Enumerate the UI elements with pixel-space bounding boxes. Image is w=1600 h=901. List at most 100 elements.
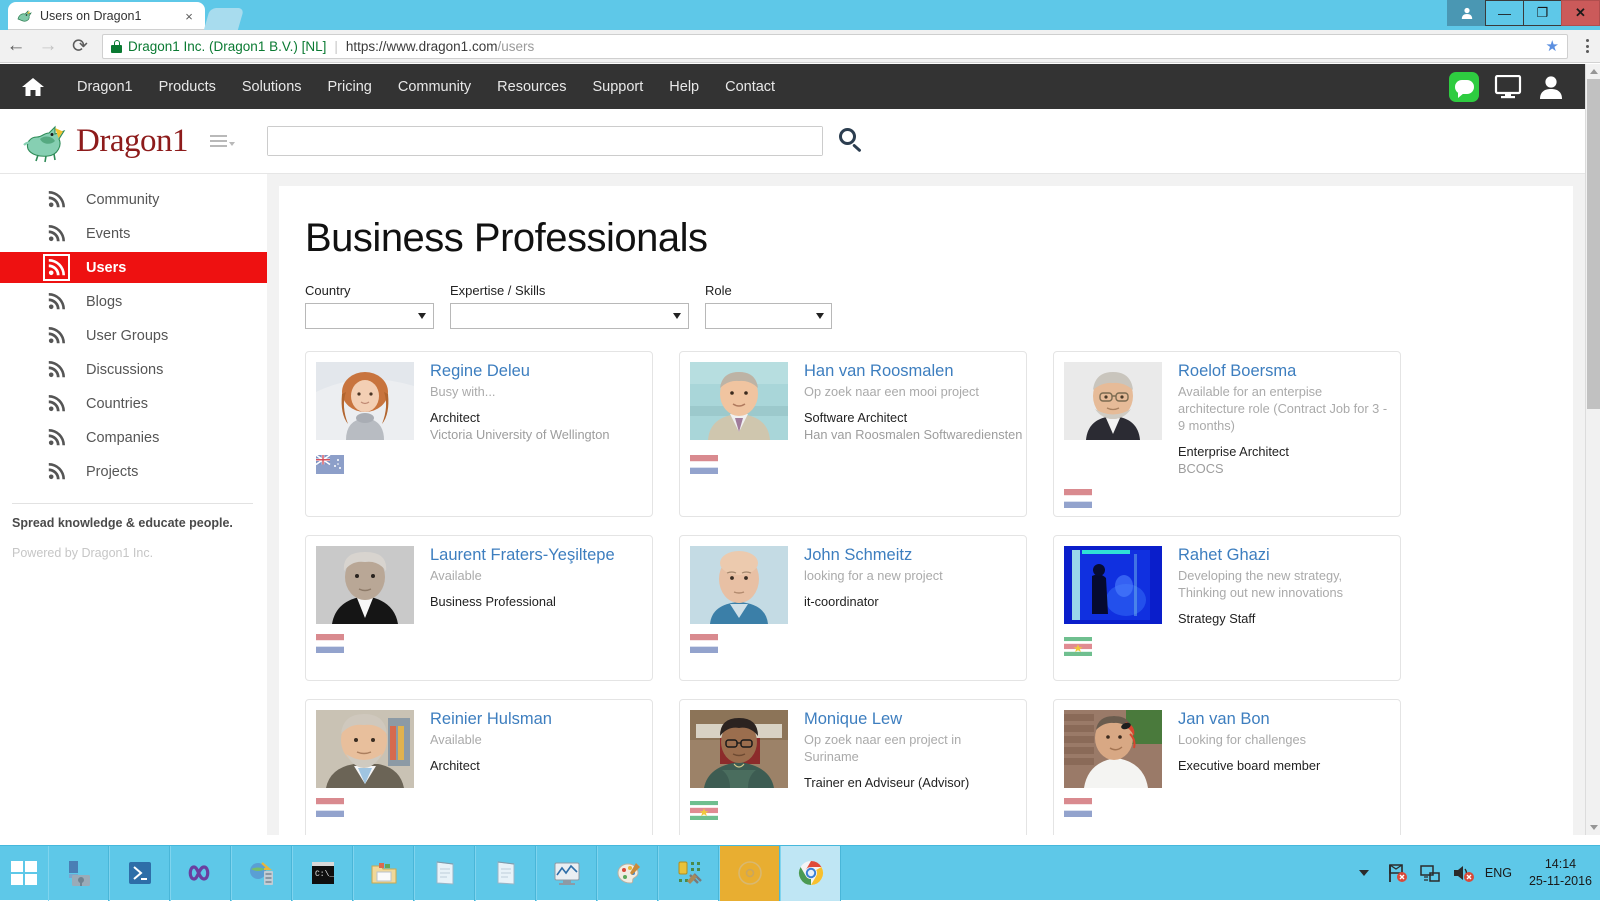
expertise-select[interactable] — [450, 303, 689, 329]
rss-icon — [48, 463, 65, 480]
scrollbar-thumb[interactable] — [1587, 79, 1600, 409]
topnav-item-community[interactable]: Community — [398, 79, 471, 95]
new-tab-button[interactable] — [204, 8, 244, 30]
chat-icon[interactable] — [1449, 72, 1479, 102]
country-flag-icon — [316, 455, 344, 474]
user-name-link[interactable]: Jan van Bon — [1178, 710, 1390, 729]
start-button[interactable] — [0, 846, 48, 901]
dragon-logo-icon — [22, 119, 74, 163]
user-name-link[interactable]: Monique Lew — [804, 710, 1016, 729]
volume-muted-icon[interactable] — [1452, 863, 1474, 883]
taskbar-item-iis-manager[interactable] — [231, 846, 292, 901]
user-name-link[interactable]: Han van Roosmalen — [804, 362, 1016, 381]
page-body: Community Events Users Blogs User Groups… — [0, 174, 1585, 835]
user-card[interactable]: Jan van Bon Looking for challenges Execu… — [1053, 699, 1401, 835]
bookmark-star-icon[interactable]: ★ — [1546, 37, 1559, 55]
tab-close-icon[interactable]: × — [181, 9, 197, 24]
taskbar-item-chrome[interactable] — [780, 846, 841, 901]
sidebar-item-projects[interactable]: Projects — [0, 456, 267, 487]
logo[interactable]: Dragon1 — [22, 119, 188, 163]
show-hidden-icons[interactable] — [1359, 870, 1369, 876]
address-bar[interactable]: Dragon1 Inc. (Dragon1 B.V.) [NL] | https… — [102, 34, 1568, 59]
taskbar-item-tools[interactable] — [658, 846, 719, 901]
browser-tab[interactable]: Users on Dragon1 × — [8, 2, 205, 30]
topnav-item-support[interactable]: Support — [592, 79, 643, 95]
user-card[interactable]: John Schmeitz looking for a new project … — [679, 535, 1027, 681]
sidebar-item-events[interactable]: Events — [0, 218, 267, 249]
topnav-item-solutions[interactable]: Solutions — [242, 79, 302, 95]
topnav-item-help[interactable]: Help — [669, 79, 699, 95]
user-name-link[interactable]: Roelof Boersma — [1178, 362, 1390, 381]
window-close-button[interactable]: ✕ — [1561, 0, 1600, 26]
search-input-wrapper[interactable] — [267, 126, 823, 156]
user-card[interactable]: Laurent Fraters-Yeşiltepe Available Busi… — [305, 535, 653, 681]
sidebar-item-companies[interactable]: Companies — [0, 422, 267, 453]
logo-text: Dragon1 — [76, 123, 188, 160]
sidebar-item-blogs[interactable]: Blogs — [0, 286, 267, 317]
country-flag-icon — [316, 634, 344, 653]
user-card[interactable]: Regine Deleu Busy with... Architect Vict… — [305, 351, 653, 517]
browser-toolbar: ← → ⟳ Dragon1 Inc. (Dragon1 B.V.) [NL] |… — [0, 30, 1600, 63]
user-role: Trainer en Adviseur (Advisor) — [804, 775, 1016, 792]
avatar — [690, 362, 788, 440]
scroll-down-icon[interactable] — [1586, 820, 1600, 835]
taskbar-item-paint[interactable] — [597, 846, 658, 901]
user-name-link[interactable]: Reinier Hulsman — [430, 710, 642, 729]
network-icon[interactable] — [1419, 863, 1441, 883]
search-input[interactable] — [268, 127, 822, 155]
user-role: it-coordinator — [804, 594, 1016, 611]
user-name-link[interactable]: Rahet Ghazi — [1178, 546, 1390, 565]
window-user-button[interactable] — [1447, 0, 1486, 26]
rss-icon — [48, 429, 65, 446]
reload-icon[interactable]: ⟳ — [64, 31, 96, 61]
chrome-menu-icon[interactable] — [1574, 39, 1600, 53]
sidebar-item-users[interactable]: Users — [0, 252, 267, 283]
monitor-icon[interactable] — [1493, 75, 1523, 99]
topnav-item-resources[interactable]: Resources — [497, 79, 566, 95]
taskbar-item-notepad[interactable] — [414, 846, 475, 901]
window-minimize-button[interactable]: — — [1485, 0, 1524, 26]
taskbar-item-file-explorer[interactable] — [353, 846, 414, 901]
user-card[interactable]: Rahet Ghazi Developing the new strategy,… — [1053, 535, 1401, 681]
home-icon[interactable] — [20, 76, 46, 98]
network-flag-icon[interactable] — [1386, 863, 1408, 883]
forward-icon[interactable]: → — [32, 31, 64, 61]
sidebar-item-countries[interactable]: Countries — [0, 388, 267, 419]
scroll-up-icon[interactable] — [1586, 64, 1600, 79]
tab-strip: Users on Dragon1 × — [0, 0, 241, 30]
user-name-link[interactable]: Regine Deleu — [430, 362, 642, 381]
window-restore-button[interactable]: ❐ — [1523, 0, 1562, 26]
avatar — [316, 710, 414, 788]
back-icon[interactable]: ← — [0, 31, 32, 61]
page-scrollbar-vertical[interactable] — [1585, 64, 1600, 835]
language-indicator[interactable]: ENG — [1485, 866, 1512, 880]
topnav-item-pricing[interactable]: Pricing — [328, 79, 372, 95]
role-select[interactable] — [705, 303, 832, 329]
topnav-item-dragon1[interactable]: Dragon1 — [77, 79, 133, 95]
hamburger-menu-icon[interactable] — [210, 135, 235, 147]
sidebar-item-discussions[interactable]: Discussions — [0, 354, 267, 385]
user-card[interactable]: Roelof Boersma Available for an enterpis… — [1053, 351, 1401, 517]
topnav-item-contact[interactable]: Contact — [725, 79, 775, 95]
taskbar-item-command-prompt[interactable]: C:\_ — [292, 846, 353, 901]
sidebar-item-community[interactable]: Community — [0, 184, 267, 215]
taskbar-item-powershell[interactable] — [109, 846, 170, 901]
sidebar-item-user-groups[interactable]: User Groups — [0, 320, 267, 351]
topnav-item-products[interactable]: Products — [159, 79, 216, 95]
user-account-icon[interactable] — [1537, 74, 1565, 100]
clock[interactable]: 14:14 25-11-2016 — [1523, 856, 1592, 891]
taskbar-item-visual-studio[interactable] — [170, 846, 231, 901]
taskbar-item-server-manager[interactable] — [48, 846, 109, 901]
user-name-link[interactable]: Laurent Fraters-Yeşiltepe — [430, 546, 642, 565]
search-icon[interactable] — [839, 128, 865, 154]
user-card[interactable]: Reinier Hulsman Available Architect — [305, 699, 653, 835]
taskbar-item-media[interactable] — [719, 846, 780, 901]
content-panel: Business Professionals Country Expertise… — [279, 186, 1573, 835]
sidebar: Community Events Users Blogs User Groups… — [0, 174, 267, 835]
taskbar-item-notepad[interactable] — [475, 846, 536, 901]
user-card[interactable]: Monique Lew Op zoek naar een project in … — [679, 699, 1027, 835]
user-card[interactable]: Han van Roosmalen Op zoek naar een mooi … — [679, 351, 1027, 517]
user-name-link[interactable]: John Schmeitz — [804, 546, 1016, 565]
taskbar-item-performance-monitor[interactable] — [536, 846, 597, 901]
country-select[interactable] — [305, 303, 434, 329]
